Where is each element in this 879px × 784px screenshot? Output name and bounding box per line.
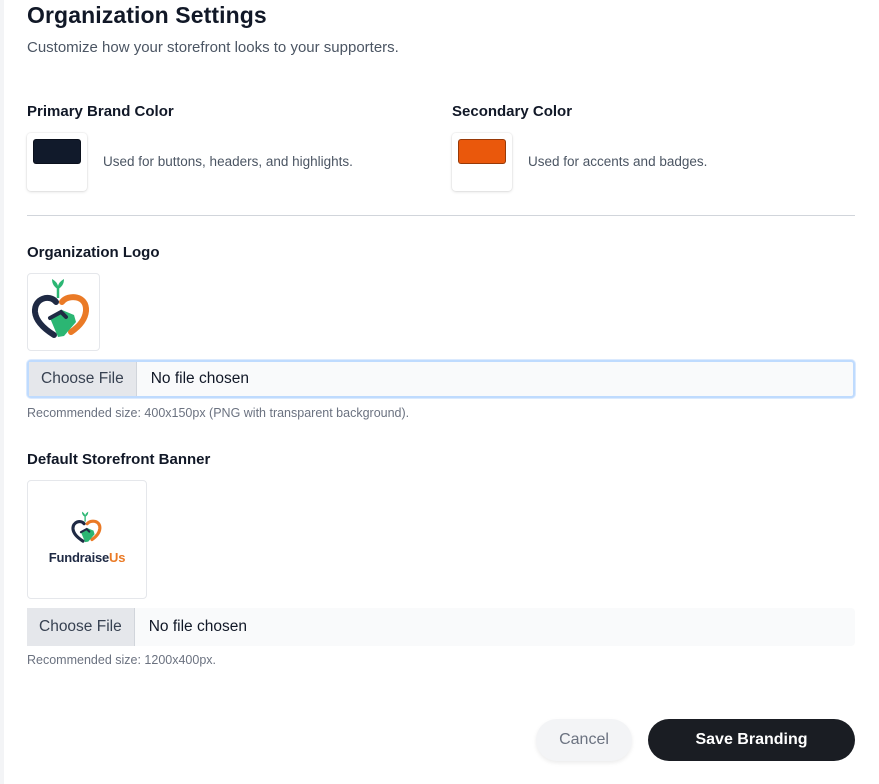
banner-help-text: Recommended size: 1200x400px. <box>27 653 217 667</box>
banner-preview: FundraiseUs <box>27 480 147 599</box>
logo-file-status: No file chosen <box>150 370 249 387</box>
page-title: Organization Settings <box>27 2 267 28</box>
primary-color-field: Primary Brand Color Used for buttons, he… <box>27 103 427 191</box>
banner-choose-file-button[interactable]: Choose File <box>27 608 135 646</box>
fundraiseus-logo-icon <box>71 511 102 543</box>
banner-brand-wordmark: FundraiseUs <box>28 550 146 565</box>
secondary-color-picker[interactable] <box>452 133 512 191</box>
save-branding-button[interactable]: Save Branding <box>648 719 855 761</box>
secondary-color-label: Secondary Color <box>452 103 573 120</box>
banner-label: Default Storefront Banner <box>27 451 211 468</box>
fundraiseus-logo-icon <box>32 279 89 338</box>
primary-color-picker[interactable] <box>27 133 87 191</box>
logo-help-text: Recommended size: 400x150px (PNG with tr… <box>27 406 410 420</box>
banner-file-status: No file chosen <box>148 618 247 635</box>
page-subtitle: Customize how your storefront looks to y… <box>27 39 399 56</box>
primary-color-help: Used for buttons, headers, and highlight… <box>103 154 353 169</box>
secondary-color-help: Used for accents and badges. <box>528 154 708 169</box>
logo-preview <box>27 273 100 351</box>
secondary-color-field: Secondary Color Used for accents and bad… <box>452 103 852 191</box>
logo-label: Organization Logo <box>27 244 160 261</box>
logo-file-input[interactable]: Choose File No file chosen <box>27 360 855 398</box>
banner-file-input[interactable]: Choose File No file chosen <box>27 608 855 646</box>
primary-color-label: Primary Brand Color <box>27 103 174 120</box>
brand-word-part1: Fundraise <box>48 550 110 565</box>
brand-word-part2: Us <box>109 550 126 565</box>
section-divider <box>27 215 855 216</box>
primary-color-swatch[interactable] <box>33 139 81 164</box>
logo-choose-file-button[interactable]: Choose File <box>29 362 137 396</box>
secondary-color-swatch[interactable] <box>458 139 506 164</box>
cancel-button[interactable]: Cancel <box>536 719 632 761</box>
left-border <box>0 0 4 784</box>
